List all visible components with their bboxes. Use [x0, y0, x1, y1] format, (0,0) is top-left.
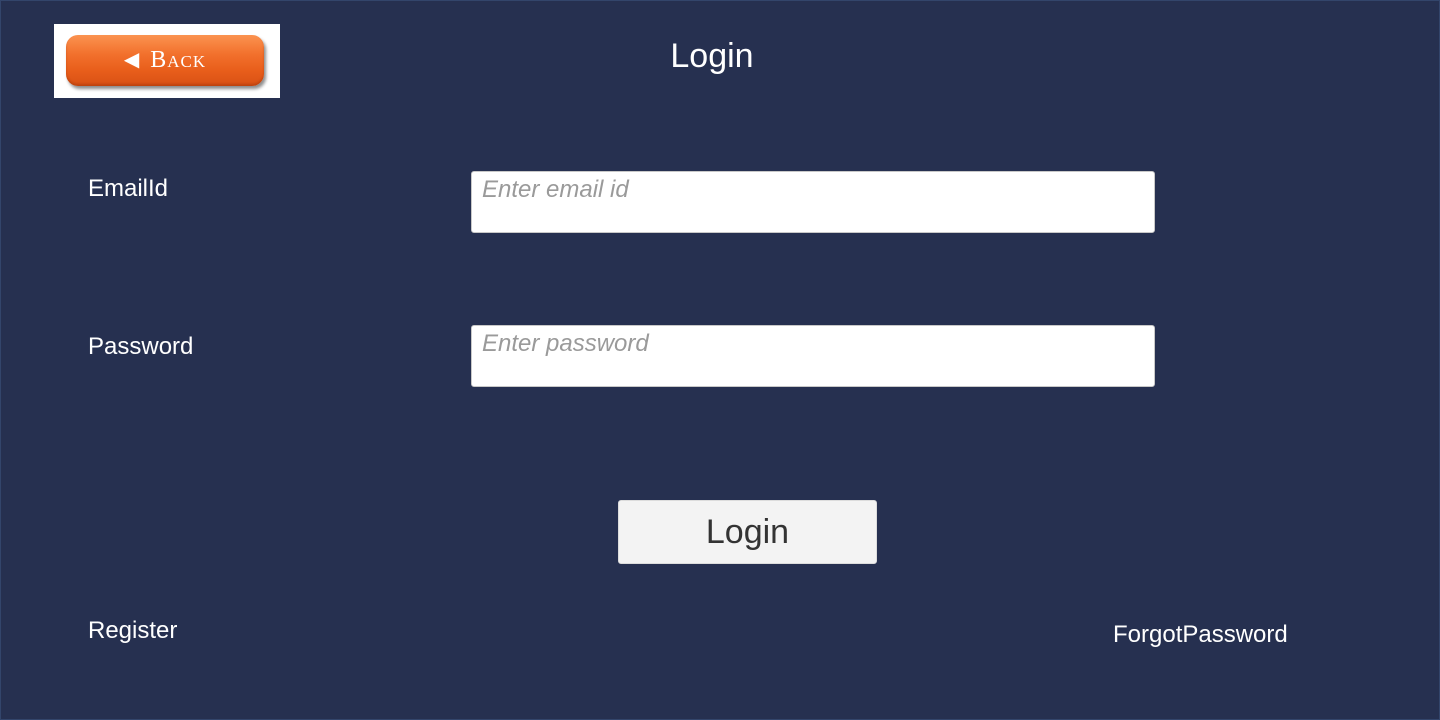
- back-button-label: Back: [150, 47, 207, 73]
- page-title: Login: [670, 37, 754, 75]
- email-label: EmailId: [88, 175, 169, 202]
- back-button-face[interactable]: ◀ Back: [66, 35, 264, 86]
- login-screen: ◀ Back Login EmailId Password Login Regi…: [0, 0, 1440, 720]
- register-link[interactable]: Register: [88, 617, 177, 645]
- email-field[interactable]: [471, 171, 1155, 233]
- back-arrow-icon: ◀: [123, 49, 141, 71]
- forgot-password-link[interactable]: ForgotPassword: [1113, 621, 1288, 649]
- password-field[interactable]: [471, 325, 1155, 387]
- back-button[interactable]: ◀ Back: [54, 24, 280, 98]
- password-label: Password: [88, 333, 194, 360]
- login-button[interactable]: Login: [618, 500, 877, 564]
